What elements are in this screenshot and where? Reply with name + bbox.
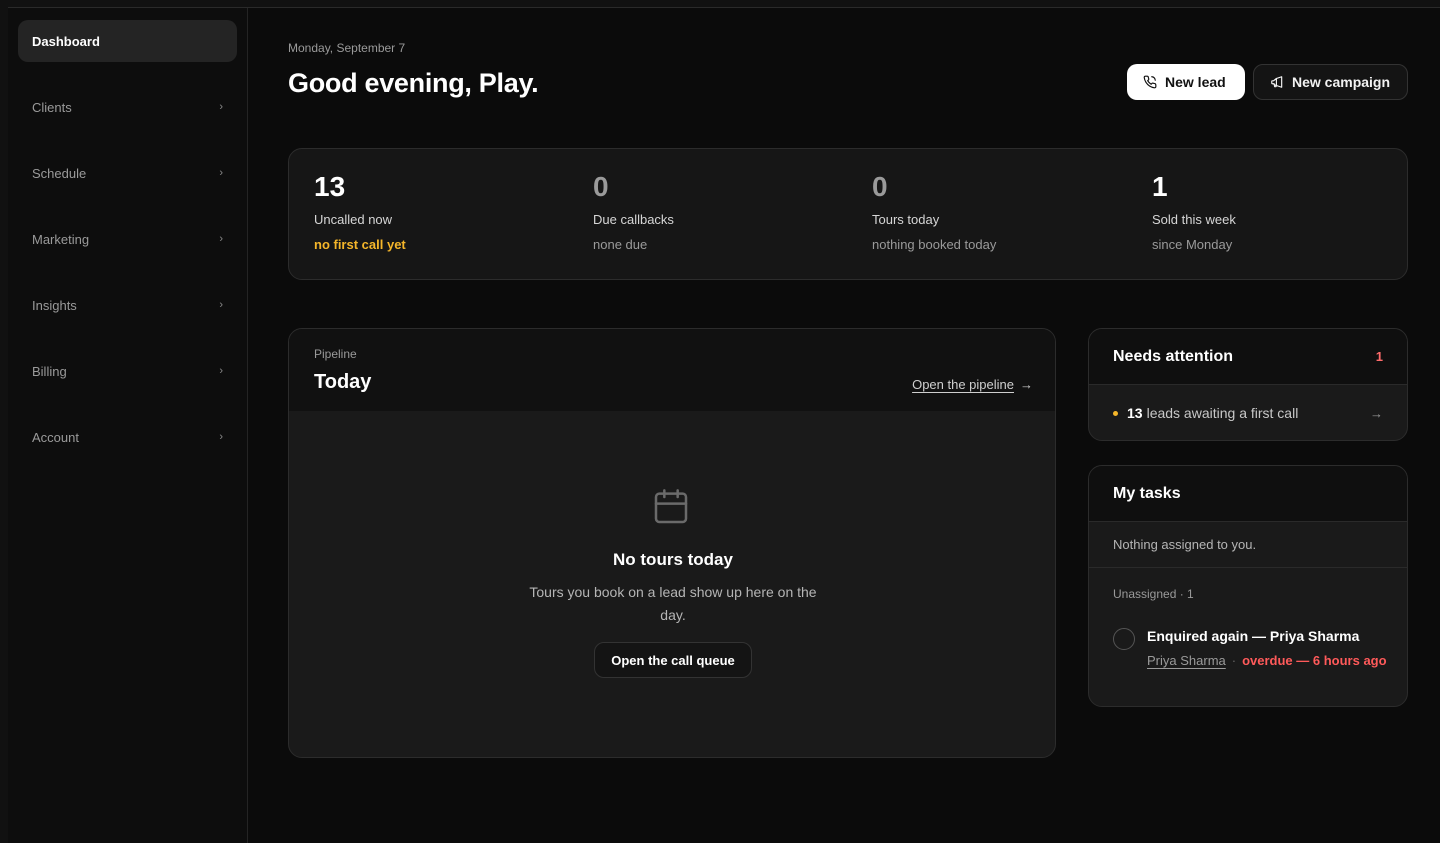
stat-sub: nothing booked today bbox=[872, 237, 997, 252]
sidebar-item-account[interactable]: Account › bbox=[18, 416, 237, 458]
chevron-right-icon: › bbox=[219, 299, 223, 311]
sidebar-item-marketing[interactable]: Marketing › bbox=[18, 218, 237, 260]
current-date: Monday, September 7 bbox=[288, 41, 406, 55]
sidebar-item-label: Schedule bbox=[32, 165, 87, 181]
page-title: Good evening, Play. bbox=[288, 68, 539, 98]
task-title[interactable]: Enquired again — Priya Sharma bbox=[1147, 628, 1359, 644]
stat-tours: 0 Tours today nothing booked today bbox=[872, 171, 1132, 252]
status-dot-icon bbox=[1113, 410, 1118, 416]
pipeline-card: Pipeline Today Open the pipeline → No to… bbox=[288, 328, 1056, 758]
my-tasks-header: My tasks bbox=[1089, 466, 1407, 522]
stat-label: Due callbacks bbox=[593, 212, 674, 227]
chevron-right-icon: › bbox=[219, 233, 223, 245]
task-overdue-status: overdue — 6 hours ago bbox=[1242, 653, 1387, 668]
empty-state-title: No tours today bbox=[613, 550, 733, 569]
new-campaign-button[interactable]: New campaign bbox=[1253, 64, 1408, 100]
sidebar-item-label: Account bbox=[32, 429, 79, 445]
empty-state: No tours today Tours you book on a lead … bbox=[289, 411, 1055, 757]
sidebar-item-label: Insights bbox=[32, 297, 77, 313]
window-left-border bbox=[0, 0, 8, 843]
open-call-queue-button[interactable]: Open the call queue bbox=[594, 642, 752, 678]
megaphone-icon bbox=[1271, 76, 1283, 88]
stat-label: Uncalled now bbox=[314, 212, 393, 227]
attention-item-text: leads awaiting a first call bbox=[1146, 405, 1299, 421]
sidebar-item-dashboard[interactable]: Dashboard bbox=[18, 20, 237, 62]
stat-value: 1 bbox=[1152, 171, 1168, 202]
open-pipeline-label: Open the pipeline bbox=[912, 377, 1014, 392]
sidebar-item-schedule[interactable]: Schedule › bbox=[18, 152, 237, 194]
phone-icon bbox=[1143, 75, 1157, 89]
stat-label: Sold this week bbox=[1152, 212, 1236, 227]
my-tasks-title: My tasks bbox=[1113, 484, 1181, 502]
calendar-icon bbox=[654, 489, 688, 524]
sidebar: Dashboard Clients › Schedule › Marketing… bbox=[8, 8, 248, 843]
empty-state-description: Tours you book on a lead show up here on… bbox=[529, 584, 817, 623]
needs-attention-count: 1 bbox=[1375, 349, 1383, 364]
task-checkbox[interactable] bbox=[1113, 628, 1135, 650]
arrow-right-icon: → bbox=[1370, 405, 1383, 421]
task-person-link[interactable]: Priya Sharma bbox=[1147, 653, 1226, 668]
open-pipeline-link[interactable]: Open the pipeline → bbox=[912, 377, 1033, 392]
stat-uncalled: 13 Uncalled now no first call yet bbox=[314, 171, 574, 252]
chevron-right-icon: › bbox=[219, 365, 223, 377]
window-top-border bbox=[0, 0, 1440, 8]
sidebar-item-label: Marketing bbox=[32, 231, 90, 247]
stats-card: 13 Uncalled now no first call yet 0 Due … bbox=[288, 148, 1408, 280]
stat-sold: 1 Sold this week since Monday bbox=[1152, 171, 1412, 252]
new-lead-label: New lead bbox=[1165, 74, 1226, 90]
sidebar-item-label: Clients bbox=[32, 99, 72, 115]
pipeline-header: Pipeline Today Open the pipeline → bbox=[289, 329, 1055, 411]
chevron-right-icon: › bbox=[219, 167, 223, 179]
my-tasks-card: My tasks Nothing assigned to you. Unassi… bbox=[1088, 465, 1408, 707]
task-separator: · bbox=[1231, 653, 1237, 668]
sidebar-item-clients[interactable]: Clients › bbox=[18, 86, 237, 128]
needs-attention-title: Needs attention bbox=[1113, 347, 1234, 365]
sidebar-item-label: Dashboard bbox=[32, 33, 100, 49]
stat-value: 0 bbox=[593, 171, 609, 202]
sidebar-item-billing[interactable]: Billing › bbox=[18, 350, 237, 392]
stat-label: Tours today bbox=[872, 212, 940, 227]
main-content: Monday, September 7 Good evening, Play. … bbox=[248, 8, 1440, 843]
chevron-right-icon: › bbox=[219, 431, 223, 443]
stat-sub: no first call yet bbox=[314, 237, 406, 252]
needs-attention-card: Needs attention 1 13 leads awaiting a fi… bbox=[1088, 328, 1408, 441]
attention-item-count: 13 bbox=[1127, 405, 1143, 421]
arrow-right-icon: → bbox=[1020, 377, 1033, 392]
new-campaign-label: New campaign bbox=[1292, 74, 1391, 90]
task-meta: Priya Sharma · overdue — 6 hours ago bbox=[1147, 650, 1387, 671]
stat-value: 13 bbox=[314, 171, 346, 202]
stat-sub: since Monday bbox=[1152, 237, 1233, 252]
new-lead-button[interactable]: New lead bbox=[1127, 64, 1245, 100]
stat-value: 0 bbox=[872, 171, 888, 202]
pipeline-title: Today bbox=[314, 371, 372, 393]
sidebar-item-insights[interactable]: Insights › bbox=[18, 284, 237, 326]
unassigned-heading: Unassigned · 1 bbox=[1113, 587, 1194, 601]
my-tasks-empty: Nothing assigned to you. bbox=[1089, 522, 1407, 568]
chevron-right-icon: › bbox=[219, 101, 223, 113]
sidebar-item-label: Billing bbox=[32, 363, 67, 379]
stat-sub: none due bbox=[593, 237, 648, 252]
attention-item[interactable]: 13 leads awaiting a first call → bbox=[1089, 385, 1407, 440]
stat-callbacks: 0 Due callbacks none due bbox=[593, 171, 853, 252]
needs-attention-header: Needs attention 1 bbox=[1089, 329, 1407, 385]
pipeline-kicker: Pipeline bbox=[314, 347, 357, 361]
